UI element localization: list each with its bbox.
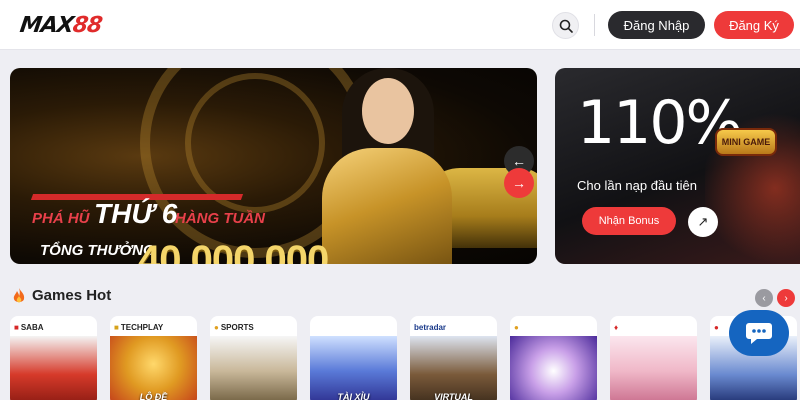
search-button[interactable]: [552, 12, 579, 39]
banner-text-thu-6: THỨ 6: [94, 198, 178, 229]
provider-logo: ●: [714, 322, 719, 332]
chat-bubble-icon: [746, 323, 772, 344]
bonus-banner[interactable]: 110% MINI GAME Cho lần nạp đầu tiên Nhận…: [555, 68, 800, 264]
game-card[interactable]: betradar VIRTUAL: [410, 316, 497, 400]
chevron-left-icon: ‹: [762, 292, 766, 304]
decor-ring: [185, 73, 325, 213]
game-art: [10, 336, 97, 400]
arrow-left-icon: ←: [512, 153, 526, 169]
get-bonus-button[interactable]: Nhận Bonus: [582, 207, 676, 235]
game-art: [510, 336, 597, 400]
game-art: [310, 336, 397, 400]
model-face: [362, 78, 414, 144]
top-header: MAX88 Đăng Nhập Đăng Ký: [0, 0, 800, 50]
game-card[interactable]: ● SPORTS: [210, 316, 297, 400]
game-card[interactable]: ●: [510, 316, 597, 400]
provider-logo: ●: [514, 322, 519, 332]
game-card[interactable]: TÀI XỈU: [310, 316, 397, 400]
header-divider: [594, 14, 595, 36]
mini-game-logo: MINI GAME: [715, 128, 777, 156]
max88-logo[interactable]: MAX88: [18, 12, 104, 38]
games-prev-button[interactable]: ‹: [755, 289, 773, 307]
game-card[interactable]: ■ TECHPLAY LÔ ĐỀ: [110, 316, 197, 400]
game-art: [110, 336, 197, 400]
register-button[interactable]: Đăng Ký: [714, 11, 794, 39]
games-hot-heading: Games Hot: [12, 287, 111, 304]
model-dress: [322, 148, 452, 264]
provider-logo: ● SPORTS: [214, 322, 254, 332]
provider-logo: betradar: [414, 322, 447, 332]
bonus-subtitle: Cho lần nạp đầu tiên: [577, 178, 697, 193]
game-label: TÀI XỈU: [337, 392, 370, 400]
chevron-right-icon: ›: [784, 292, 788, 304]
games-carousel: ■ SABA ■ TECHPLAY LÔ ĐỀ ● SPORTS TÀI XỈU be…: [10, 316, 800, 400]
banner-text-hang-tuan: HÀNG TUẦN: [175, 210, 265, 227]
provider-logo: ■ SABA: [14, 322, 44, 332]
arrow-right-icon: →: [512, 175, 526, 191]
game-art: [410, 336, 497, 400]
games-next-button[interactable]: ›: [777, 289, 795, 307]
bonus-arrow-button[interactable]: ↗: [688, 207, 718, 237]
provider-logo: ■ TECHPLAY: [114, 322, 164, 332]
login-button[interactable]: Đăng Nhập: [608, 11, 705, 39]
arrow-up-right-icon: ↗: [697, 214, 709, 229]
game-card[interactable]: ♦: [610, 316, 697, 400]
fire-icon: [13, 287, 25, 302]
game-label: LÔ ĐỀ: [139, 392, 168, 400]
live-chat-button[interactable]: [729, 310, 789, 356]
promo-banner[interactable]: PHÁ HŨ THỨ 6 HÀNG TUẦN TỔNG THƯỞNG 40.00…: [10, 68, 537, 264]
game-art: [210, 336, 297, 400]
game-card[interactable]: ■ SABA: [10, 316, 97, 400]
search-icon: [559, 19, 573, 33]
banner-prize-amount: 40.000.000: [138, 238, 329, 264]
game-art: [610, 336, 697, 400]
logo-text: MAX88: [18, 12, 104, 38]
banner-text-pha-hu: PHÁ HŨ: [32, 210, 90, 227]
provider-logo: ♦: [614, 322, 619, 332]
banner-next-button[interactable]: →: [504, 168, 534, 198]
games-hot-title: Games Hot: [32, 287, 112, 304]
game-label: VIRTUAL: [434, 392, 473, 400]
